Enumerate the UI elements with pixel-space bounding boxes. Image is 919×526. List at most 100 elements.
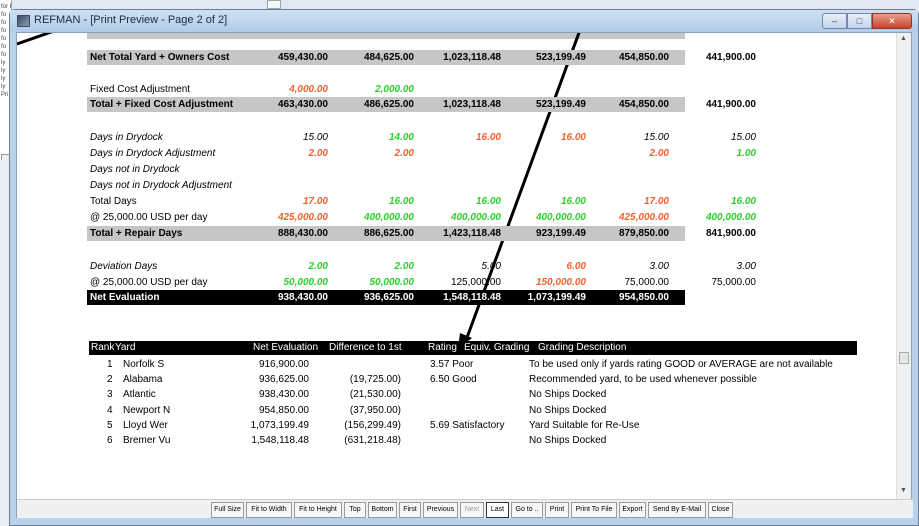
rating-cell: 6.50 Good (430, 374, 477, 385)
last-button[interactable]: Last (486, 502, 509, 518)
window-controls: – □ ✕ (822, 13, 912, 29)
ranking-row: 4 Newport N 954,850.00 (37,950.00) No Ships … (17, 403, 897, 418)
grading-description-header: Grading Description (538, 342, 627, 353)
row-value: 15.00 (302, 132, 328, 143)
background-control (267, 0, 281, 9)
grading-description-cell: No Ships Docked (529, 435, 607, 446)
rank-cell: 1 (107, 359, 113, 370)
row-label: Net Total Yard + Owners Cost (90, 52, 230, 63)
full-size-button[interactable]: Full Size (211, 502, 244, 518)
row-label: Net Evaluation (90, 292, 160, 303)
print-to-file-button[interactable]: Print To File (571, 502, 617, 518)
close-button[interactable]: ✕ (872, 13, 912, 29)
row-label: Total + Repair Days (90, 228, 183, 239)
row-label: Fixed Cost Adjustment (90, 84, 191, 95)
grading-description-cell: Yard Suitable for Re-Use (529, 420, 640, 431)
next-button[interactable]: Next (460, 502, 484, 518)
rating-cell: 5.69 Satisfactory (430, 420, 505, 431)
first-button[interactable]: First (399, 502, 421, 518)
row-value: 454,850.00 (618, 99, 669, 110)
rank-cell: 2 (107, 374, 113, 385)
report-row: Net Evaluation 938,430.00 936,625.00 1,548,… (17, 290, 897, 306)
rank-cell: 6 (107, 435, 113, 446)
row-value: 841,900.00 (705, 228, 756, 239)
row-value: 2,000.00 (375, 84, 414, 95)
top-button[interactable]: Top (344, 502, 366, 518)
ranking-row: 6 Bremer Vu 1,548,118.48 (631,218.48) No Shi… (17, 433, 897, 448)
rank-cell: 4 (107, 405, 113, 416)
print-button[interactable]: Print (545, 502, 569, 518)
equiv-grading-header: Equiv. Grading (464, 342, 530, 353)
report-row: Deviation Days 2.00 2.00 5.00 6.00 3.00 3.00 (17, 259, 897, 275)
rank-cell: 5 (107, 420, 113, 431)
row-value: 16.00 (730, 196, 756, 207)
row-value: 16.00 (560, 132, 586, 143)
maximize-button[interactable]: □ (847, 13, 872, 29)
ranking-row: 1 Norfolk S 916,900.00 3.57 Poor To be used … (17, 357, 897, 372)
net-evaluation-cell: 916,900.00 (258, 359, 309, 370)
difference-cell: (21,530.00) (349, 389, 401, 400)
row-value: 1.00 (736, 148, 756, 159)
row-label: Days not in Drydock Adjustment (90, 180, 232, 191)
rank-header: Rank (91, 342, 115, 353)
difference-cell: (156,299.49) (344, 420, 401, 431)
title-bar[interactable]: REFMAN - [Print Preview - Page 2 of 2] –… (10, 10, 918, 32)
row-value: 4,000.00 (289, 84, 328, 95)
previous-button[interactable]: Previous (423, 502, 458, 518)
scroll-thumb[interactable] (899, 352, 909, 364)
fit-to-width-button[interactable]: Fit to Width (246, 502, 292, 518)
yard-cell: Alabama (123, 374, 163, 385)
report-row: Days not in Drydock (17, 162, 897, 178)
row-value: 425,000.00 (618, 212, 669, 223)
row-label: Total + Fixed Cost Adjustment (90, 99, 234, 110)
close-button[interactable]: Close (708, 502, 733, 518)
export-button[interactable]: Export (619, 502, 646, 518)
ranking-row: 5 Lloyd Wer 1,073,199.49 (156,299.49) 5.69 S… (17, 418, 897, 433)
minimize-button[interactable]: – (822, 13, 847, 29)
grading-description-cell: No Ships Docked (529, 405, 607, 416)
row-value: 400,000.00 (535, 212, 586, 223)
row-label: @ 25,000.00 USD per day (90, 212, 208, 223)
row-value: 1,073,199.49 (527, 292, 586, 303)
row-value: 936,625.00 (363, 292, 414, 303)
ranking-header: Rank Yard Net Evaluation Difference to 1… (89, 341, 857, 355)
rating-cell: 3.57 Poor (430, 359, 474, 370)
row-value: 16.00 (475, 132, 501, 143)
window-title: REFMAN - [Print Preview - Page 2 of 2] (34, 14, 228, 26)
row-value: 441,900.00 (705, 52, 756, 63)
yard-cell: Newport N (123, 405, 171, 416)
go-to-button[interactable]: Go to .. (511, 502, 543, 518)
row-value: 923,199.49 (535, 228, 586, 239)
row-value: 75,000.00 (624, 277, 670, 288)
net-evaluation-cell: 1,073,199.49 (250, 420, 309, 431)
vertical-scrollbar[interactable]: ▲ ▼ (896, 33, 911, 499)
preview-toolbar: Full Size Fit to Width Fit to Height Top Bot… (17, 499, 913, 518)
row-value: 14.00 (388, 132, 414, 143)
row-value: 400,000.00 (450, 212, 501, 223)
row-value: 523,199.49 (535, 52, 586, 63)
scroll-down-icon[interactable]: ▼ (900, 487, 907, 494)
yard-cell: Atlantic (123, 389, 156, 400)
row-value: 2.00 (394, 261, 414, 272)
send-by-e-mail-button[interactable]: Send By E-Mail (648, 502, 706, 518)
difference-cell: (19,725.00) (349, 374, 401, 385)
bottom-button[interactable]: Bottom (368, 502, 397, 518)
rank-cell: 3 (107, 389, 113, 400)
row-value: 400,000.00 (705, 212, 756, 223)
row-label: @ 25,000.00 USD per day (90, 277, 208, 288)
app-icon (17, 15, 30, 27)
net-evaluation-cell: 936,625.00 (258, 374, 309, 385)
row-value: 6.00 (566, 261, 586, 272)
row-value: 16.00 (475, 196, 501, 207)
fit-to-height-button[interactable]: Fit to Height (294, 502, 342, 518)
row-value: 75,000.00 (711, 277, 757, 288)
yard-header: Yard (115, 342, 136, 353)
report-row: Total Days 17.00 16.00 16.00 16.00 17.00 16.00 (17, 194, 897, 210)
grading-description-cell: Recommended yard, to be used whenever po… (529, 374, 757, 385)
row-value: 16.00 (388, 196, 414, 207)
scroll-up-icon[interactable]: ▲ (900, 35, 907, 42)
row-value: 1,423,118.48 (443, 228, 501, 239)
report-row: Net Total Yard + Owners Cost 459,430.00 48… (17, 50, 897, 66)
row-value: 441,900.00 (705, 99, 756, 110)
row-value: 400,000.00 (363, 212, 414, 223)
